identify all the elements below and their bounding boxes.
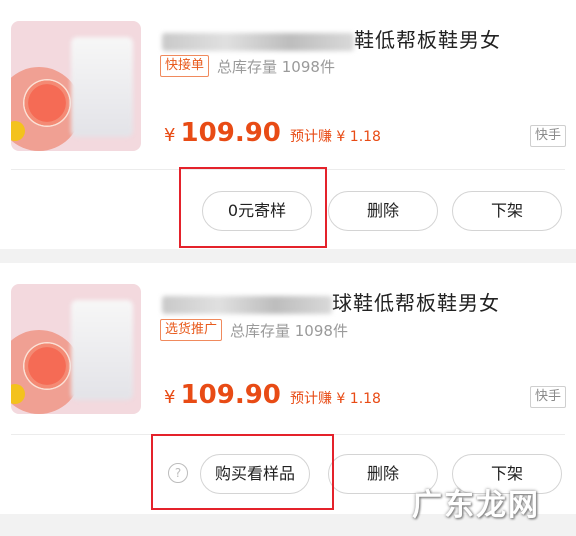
currency-symbol: ¥: [164, 387, 176, 408]
title-blurred-region: [162, 295, 332, 314]
thumbnail-grapefruit: [23, 342, 71, 390]
platform-badge: 快手: [529, 125, 566, 147]
highlight-box: [179, 167, 327, 248]
off-shelf-button[interactable]: 下架: [452, 191, 562, 231]
price-block: ¥ 109.90 预计赚 ¥ 1.18: [164, 380, 381, 410]
product-thumbnail[interactable]: [11, 21, 141, 151]
status-tag: 选货推广: [160, 319, 223, 341]
product-title[interactable]: 球鞋低帮板鞋男女: [162, 287, 500, 316]
estimated-earning: 预计赚 ¥ 1.18: [289, 129, 381, 145]
title-blurred-region: [162, 32, 354, 51]
delete-button[interactable]: 删除: [328, 191, 438, 231]
highlight-box: [151, 434, 334, 510]
product-card: 球鞋低帮板鞋男女 选货推广 总库存量 1098件 ¥ 109.90 预计赚 ¥ …: [0, 263, 576, 514]
product-title[interactable]: 鞋低帮板鞋男女: [162, 24, 501, 53]
thumbnail-product-blurred: [71, 300, 133, 400]
platform-badge: 快手: [529, 386, 566, 408]
product-thumbnail[interactable]: [11, 284, 141, 414]
thumbnail-product-blurred: [71, 37, 133, 137]
stock-text: 总库存量 1098件: [230, 322, 348, 340]
stock-text: 总库存量 1098件: [217, 58, 335, 76]
price-block: ¥ 109.90 预计赚 ¥ 1.18: [164, 118, 381, 148]
price-value: 109.90: [180, 118, 281, 148]
price-value: 109.90: [180, 380, 281, 410]
estimated-earning: 预计赚 ¥ 1.18: [289, 391, 381, 407]
product-card: 鞋低帮板鞋男女 快接单 总库存量 1098件 ¥ 109.90 预计赚 ¥ 1.…: [0, 0, 576, 249]
status-tag: 快接单: [160, 55, 210, 77]
watermark: 广东龙网: [412, 488, 540, 523]
currency-symbol: ¥: [164, 125, 176, 146]
thumbnail-grapefruit: [23, 79, 71, 127]
